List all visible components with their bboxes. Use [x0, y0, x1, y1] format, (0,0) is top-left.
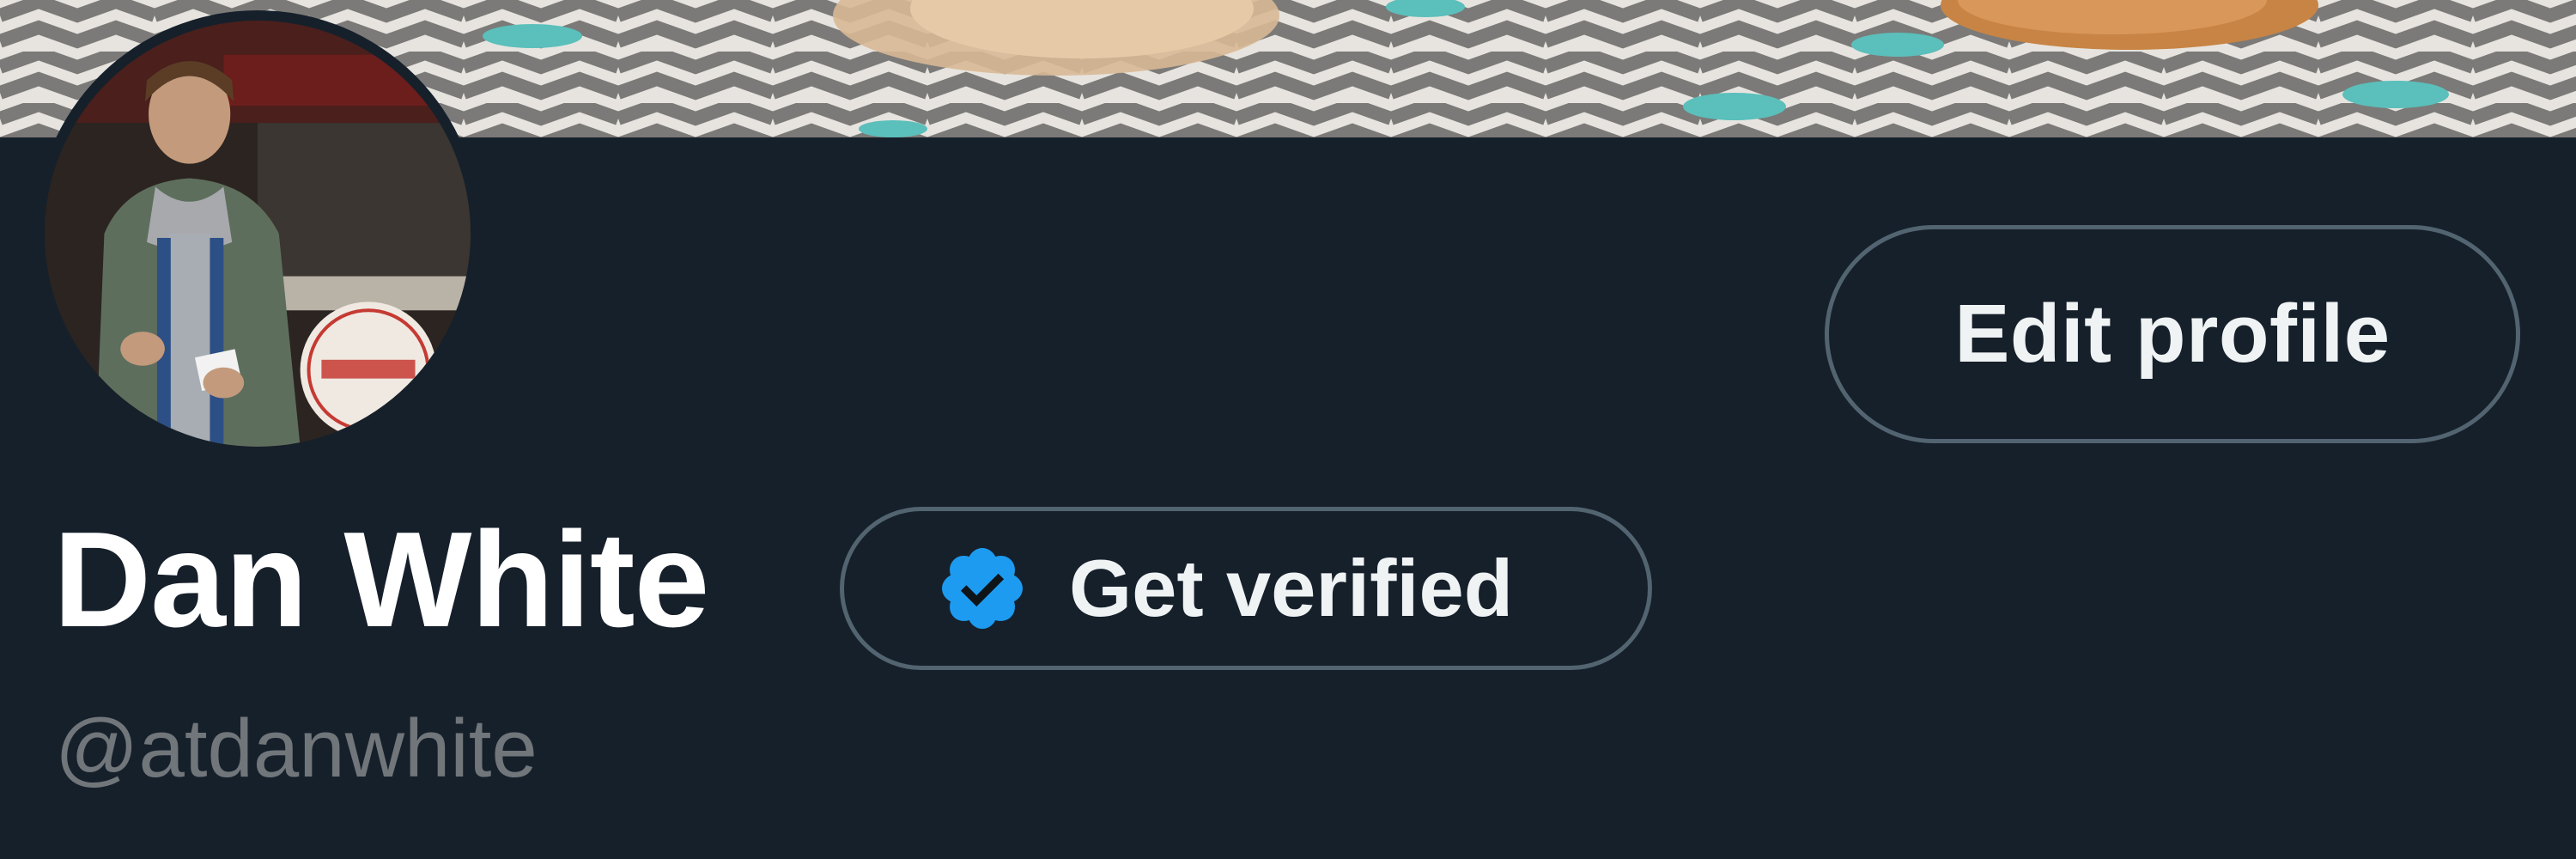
get-verified-button[interactable]: Get verified	[840, 507, 1652, 670]
profile-header: Edit profile Dan White Get verified @atd…	[0, 0, 2576, 859]
avatar-photo	[45, 21, 471, 447]
avatar[interactable]	[34, 10, 481, 457]
get-verified-label: Get verified	[1069, 543, 1514, 633]
edit-profile-button[interactable]: Edit profile	[1825, 225, 2520, 443]
user-handle: @atdanwhite	[55, 703, 538, 795]
display-name: Dan White	[53, 504, 709, 655]
verified-badge-icon	[935, 541, 1030, 636]
